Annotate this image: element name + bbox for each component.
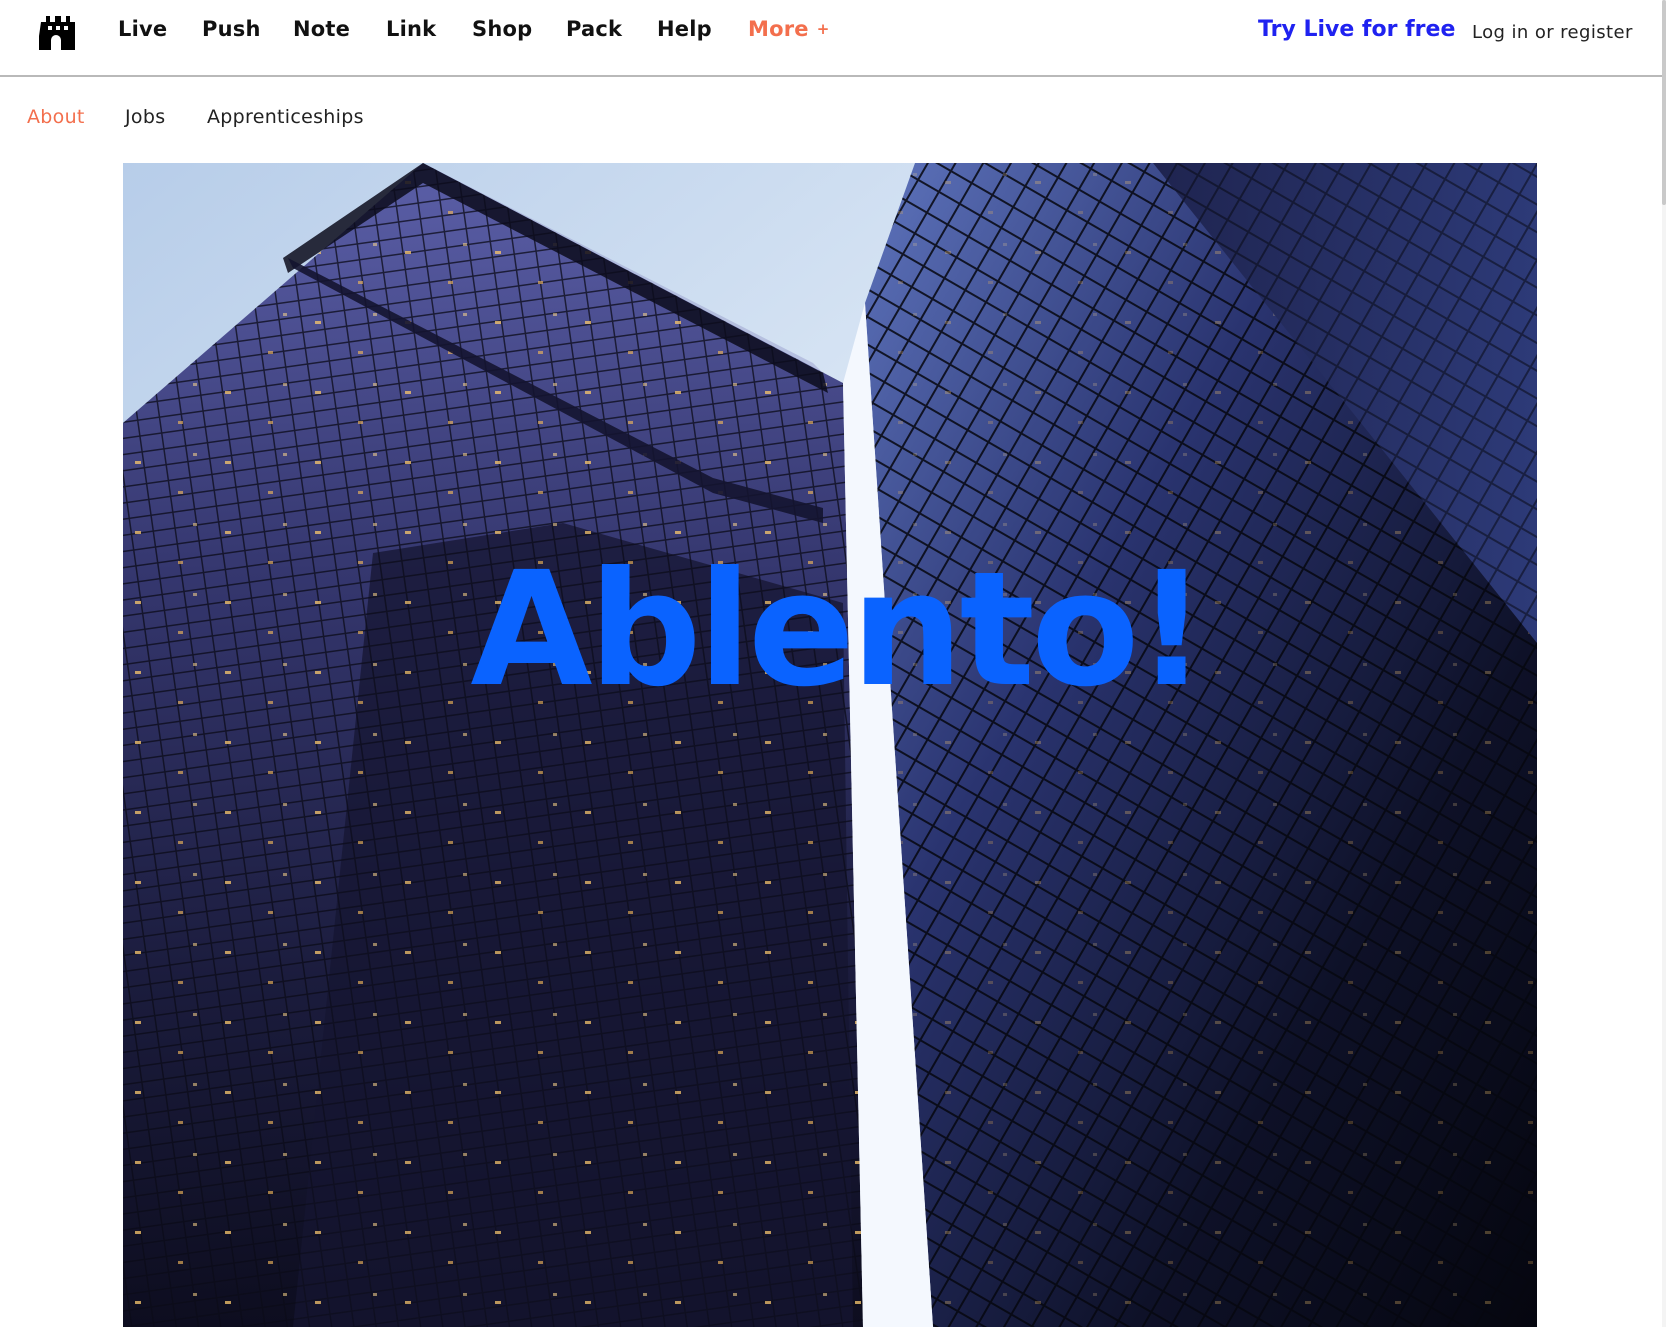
login-link[interactable]: Log in xyxy=(1472,22,1529,43)
nav-item-help[interactable]: Help xyxy=(657,17,712,41)
nav-item-push[interactable]: Push xyxy=(202,17,261,41)
page-scrollbar[interactable] xyxy=(1662,0,1666,1327)
top-navigation-bar: Live Push Note Link Shop Pack Help More +… xyxy=(0,0,1662,77)
register-link[interactable]: register xyxy=(1560,22,1633,43)
nav-item-shop[interactable]: Shop xyxy=(472,17,532,41)
plus-icon: + xyxy=(816,20,830,38)
hero-banner: Ablento! xyxy=(123,163,1537,1327)
subnav-item-about[interactable]: About xyxy=(27,106,85,128)
nav-item-more[interactable]: More + xyxy=(748,17,830,41)
nav-item-pack[interactable]: Pack xyxy=(566,17,622,41)
nav-item-live[interactable]: Live xyxy=(118,17,167,41)
scrollbar-thumb[interactable] xyxy=(1662,0,1666,205)
nav-item-link[interactable]: Link xyxy=(386,17,436,41)
subnav-item-apprenticeships[interactable]: Apprenticeships xyxy=(207,106,364,128)
nav-more-label: More xyxy=(748,17,809,41)
nav-item-note[interactable]: Note xyxy=(293,17,350,41)
hero-title: Ablento! xyxy=(470,538,1207,722)
try-live-button[interactable]: Try Live for free xyxy=(1258,17,1455,42)
auth-links: Log in or register xyxy=(1472,22,1633,43)
castle-logo-icon[interactable] xyxy=(37,16,77,50)
subnav-item-jobs[interactable]: Jobs xyxy=(125,106,165,128)
skyscrapers-photo xyxy=(123,163,1537,1327)
auth-separator: or xyxy=(1534,22,1555,43)
